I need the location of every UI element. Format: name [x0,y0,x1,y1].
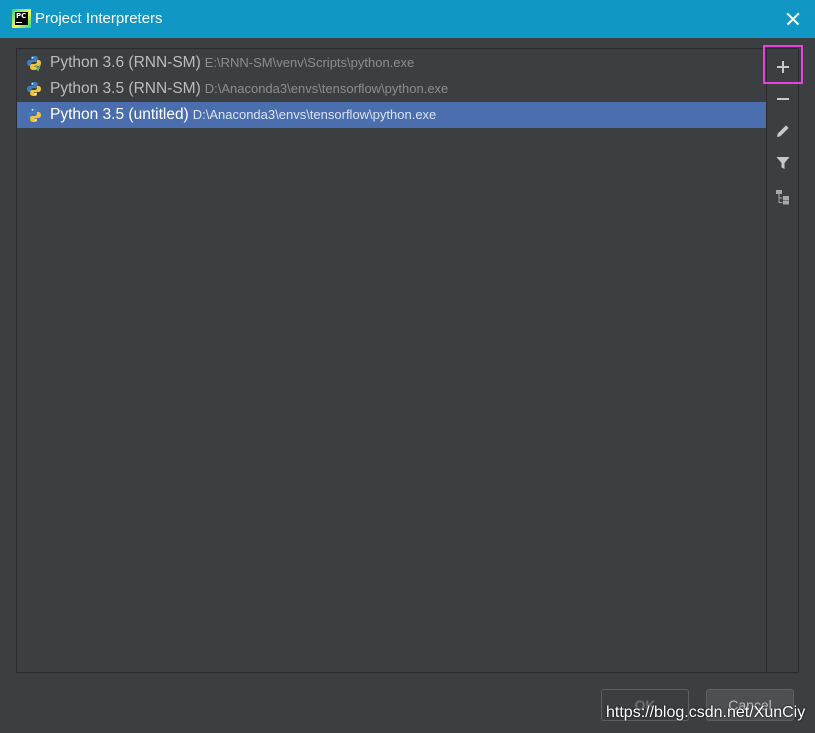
remove-interpreter-button[interactable] [767,84,799,114]
plus-icon [777,61,789,73]
python-venv-icon [27,56,41,71]
python-icon [27,82,41,96]
show-paths-button[interactable] [767,182,799,212]
interpreter-path-label: D:\Anaconda3\envs\tensorflow\python.exe [204,81,449,96]
interpreter-list: Python 3.6 (RNN-SM) E:\RNN-SM\venv\Script… [16,48,767,673]
filter-interpreters-button[interactable] [767,148,799,178]
filter-icon [776,157,790,169]
minus-icon [777,98,789,100]
tree-icon [776,190,789,205]
interpreter-name-label: Python 3.6 (RNN-SM) E:\RNN-SM\venv\Script… [50,54,415,71]
interpreter-path-label: D:\Anaconda3\envs\tensorflow\python.exe [192,107,437,122]
window-title: Project Interpreters [35,10,163,27]
interpreter-row[interactable]: Python 3.5 (RNN-SM) D:\Anaconda3\envs\ten… [17,76,766,102]
edit-interpreter-button[interactable] [767,116,799,146]
add-interpreter-button[interactable] [767,52,799,82]
interpreter-row[interactable]: Python 3.6 (RNN-SM) E:\RNN-SM\venv\Script… [17,50,766,76]
interpreter-name-label: Python 3.5 (untitled) D:\Anaconda3\envs\t… [50,106,437,123]
close-button[interactable] [781,8,805,30]
interpreter-row-selected[interactable]: Python 3.5 (untitled) D:\Anaconda3\envs\t… [17,102,766,128]
pycharm-icon: PC [12,9,31,28]
watermark-text: https://blog.csdn.net/XunCiy [606,704,806,721]
interpreter-toolbar [767,48,799,673]
interpreter-name-label: Python 3.5 (RNN-SM) D:\Anaconda3\envs\ten… [50,80,449,97]
edit-icon [777,125,789,137]
title-bar: PC Project Interpreters [0,0,815,38]
python-icon [27,108,41,122]
interpreter-path-label: E:\RNN-SM\venv\Scripts\python.exe [204,55,415,70]
